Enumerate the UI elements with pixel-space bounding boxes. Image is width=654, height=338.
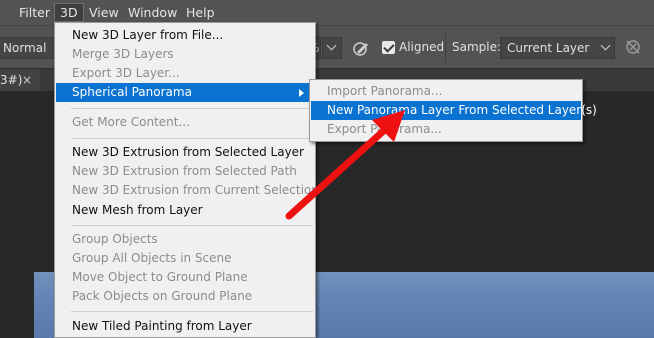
- menu-item-group-all-objects-in-scene: Group All Objects in Scene: [72, 251, 232, 265]
- submenu-item-import-panorama: Import Panorama...: [327, 84, 443, 98]
- menu-window[interactable]: Window: [123, 3, 182, 22]
- menu-item-new-3d-extrusion-from-current-selection: New 3D Extrusion from Current Selection: [72, 183, 319, 197]
- submenu-item-new-panorama-layer[interactable]: New Panorama Layer From Selected Layer(s…: [311, 101, 597, 120]
- opacity-dropdown-button[interactable]: [322, 37, 342, 59]
- spherical-panorama-submenu: Import Panorama... New Panorama Layer Fr…: [309, 79, 597, 142]
- menu-item-new-mesh-from-layer[interactable]: New Mesh from Layer: [56, 201, 314, 220]
- chevron-down-icon: [326, 40, 337, 51]
- aligned-label: Aligned: [399, 40, 445, 54]
- divider: [445, 34, 446, 62]
- menu-item-move-object-to-ground-plane: Move Object to Ground Plane: [72, 270, 248, 284]
- submenu-arrow-icon: [299, 89, 304, 97]
- menu-item-new-3d-extrusion-from-selected-layer[interactable]: New 3D Extrusion from Selected Layer: [56, 143, 314, 162]
- menu-separator: [71, 225, 313, 226]
- menu-separator: [71, 108, 313, 109]
- menu-item-label: Spherical Panorama: [72, 85, 192, 99]
- document-tab[interactable]: 3#) ×: [0, 69, 40, 91]
- menu-item-get-more-content: Get More Content...: [72, 115, 190, 129]
- menu-item-new-3d-extrusion-from-selected-path: New 3D Extrusion from Selected Path: [72, 164, 297, 178]
- chevron-down-icon: [600, 40, 611, 51]
- menu-filter[interactable]: Filter: [14, 3, 55, 22]
- menu-item-group-objects: Group Objects: [72, 232, 158, 246]
- mode-value: Normal: [3, 41, 47, 55]
- menu-item-new-tiled-painting-from-layer[interactable]: New Tiled Painting from Layer: [56, 317, 314, 336]
- 3d-menu-dropdown: New 3D Layer from File... Merge 3D Layer…: [54, 22, 319, 338]
- menu-separator: [71, 311, 313, 312]
- document-tab-label: 3#): [0, 73, 23, 87]
- menu-help[interactable]: Help: [181, 3, 220, 22]
- menu-item-new-3d-layer-from-file[interactable]: New 3D Layer from File...: [56, 26, 314, 45]
- menu-view[interactable]: View: [84, 3, 124, 22]
- menu-item-spherical-panorama[interactable]: Spherical Panorama: [56, 83, 314, 102]
- sample-value: Current Layer: [507, 41, 590, 55]
- sample-select[interactable]: Current Layer: [500, 37, 615, 59]
- close-icon[interactable]: ×: [22, 69, 32, 91]
- menu-item-merge-3d-layers: Merge 3D Layers: [72, 47, 174, 61]
- brush-pressure-icon[interactable]: [351, 38, 371, 58]
- aligned-checkbox[interactable]: [382, 41, 395, 54]
- menu-3d[interactable]: 3D: [54, 3, 84, 22]
- sample-label: Sample:: [452, 40, 502, 54]
- submenu-item-export-panorama: Export Panorama...: [327, 122, 442, 136]
- menu-item-export-3d-layer: Export 3D Layer...: [72, 66, 180, 80]
- ignore-adjustment-layers-icon[interactable]: [624, 38, 642, 56]
- menu-separator: [71, 138, 313, 139]
- menu-item-pack-objects-on-ground-plane: Pack Objects on Ground Plane: [72, 289, 253, 303]
